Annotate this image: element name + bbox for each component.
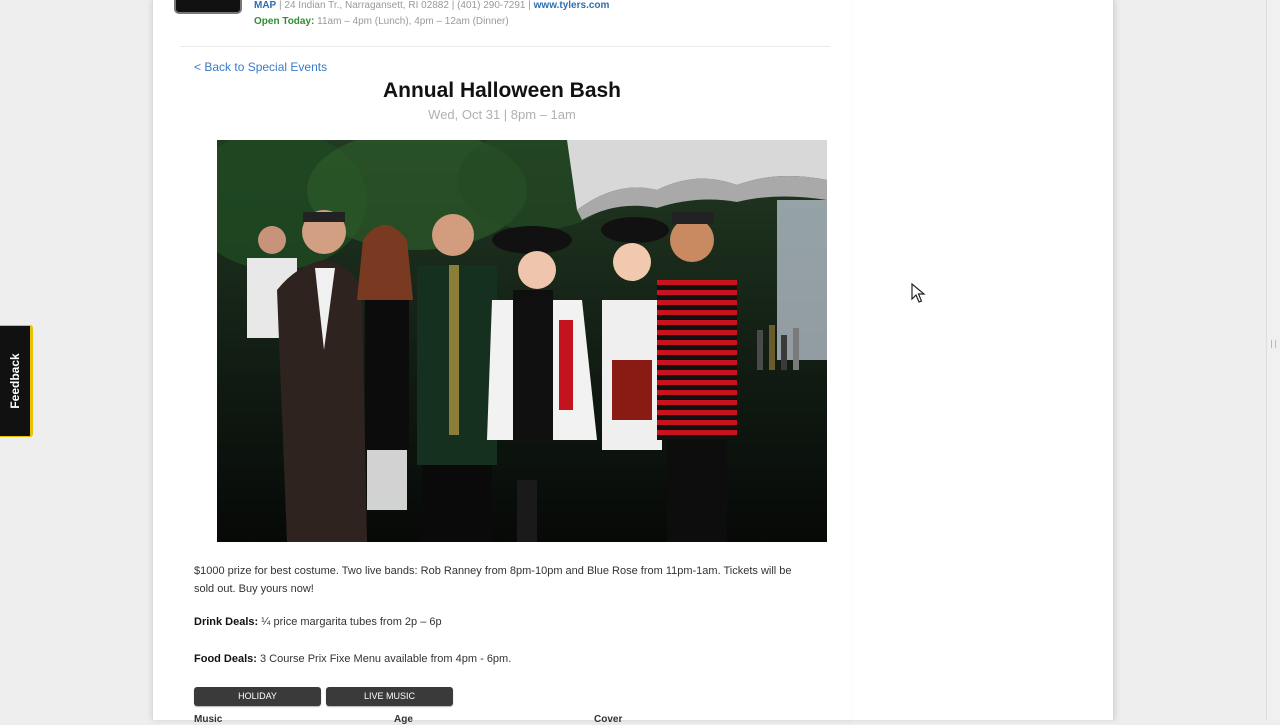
food-deals-label: Food Deals: — [194, 653, 257, 665]
drink-deals-value: ¼ price margarita tubes from 2p – 6p — [258, 616, 442, 628]
event-description: $1000 prize for best costume. Two live b… — [194, 565, 792, 595]
tag-holiday-button[interactable]: HOLIDAY — [194, 687, 321, 706]
venue-address-line: MAP | 24 Indian Tr., Narragansett, RI 02… — [254, 0, 609, 11]
venue-hours-line: Open Today: 11am – 4pm (Lunch), 4pm – 12… — [254, 16, 509, 27]
scrollbar-grip[interactable] — [1271, 340, 1276, 348]
vertical-scrollbar[interactable] — [1266, 0, 1280, 720]
website-link[interactable]: www.tylers.com — [534, 0, 610, 11]
venue-address: | 24 Indian Tr., Narragansett, RI 02882 … — [276, 0, 534, 11]
back-to-special-events-link[interactable]: < Back to Special Events — [194, 60, 327, 74]
food-deals-value: 3 Course Prix Fixe Menu available from 4… — [256, 653, 512, 665]
drink-deals: Drink Deals: ¼ price margarita tubes fro… — [194, 616, 442, 628]
right-side-panel — [853, 0, 1114, 720]
header-divider — [180, 46, 830, 47]
event-date: Wed, Oct 31 | 8pm – 1am — [428, 107, 576, 122]
map-link[interactable]: MAP — [254, 0, 276, 11]
feedback-tab[interactable]: Feedback — [0, 325, 33, 437]
feedback-tab-label: Feedback — [8, 353, 22, 409]
food-deals: Food Deals: 3 Course Prix Fixe Menu avai… — [194, 653, 511, 665]
drink-deals-label: Drink Deals: — [194, 616, 259, 628]
event-photo — [217, 140, 827, 542]
mouse-pointer-icon — [911, 282, 927, 310]
hours-value: 11am – 4pm (Lunch), 4pm – 12am (Dinner) — [314, 16, 509, 27]
venue-logo[interactable] — [174, 0, 242, 14]
tag-live-music-button[interactable]: LIVE MUSIC — [326, 687, 453, 706]
hours-label: Open Today: — [254, 16, 315, 27]
event-title: Annual Halloween Bash — [382, 79, 622, 102]
